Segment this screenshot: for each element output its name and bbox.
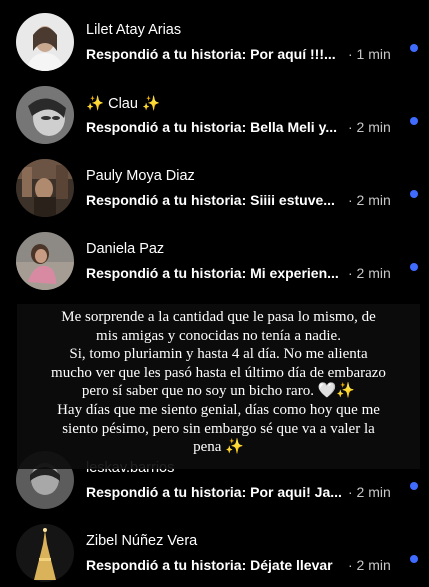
overlay-line: siento pésimo, pero sin embargo sé que v…: [62, 420, 375, 437]
message-preview: Respondió a tu historia: Mi experien...: [86, 265, 339, 281]
conversation-row[interactable]: Lilet Atay Arias Respondió a tu historia…: [0, 3, 429, 76]
contact-name: ✨ Clau ✨: [86, 96, 161, 112]
message-time: · 2 min: [348, 484, 391, 500]
overlay-line: pero sí saber que no soy un bicho raro. …: [81, 383, 356, 400]
sparkles-icon: ✨: [141, 96, 161, 112]
message-time: · 1 min: [348, 46, 391, 62]
contact-name: Zibel Núñez Vera: [86, 533, 198, 549]
overlay-line: mucho ver que les pasó hasta el último d…: [51, 364, 386, 381]
unread-dot-icon: [410, 117, 418, 125]
avatar: [16, 524, 74, 582]
contact-name: Daniela Paz: [86, 241, 165, 257]
unread-dot-icon: [410, 555, 418, 563]
message-preview: Respondió a tu historia: Siiii estuve...: [86, 192, 335, 208]
overlay-text: Me sorprende a la cantidad que le pasa l…: [17, 308, 420, 457]
overlay-line: pena ✨: [193, 439, 244, 456]
unread-dot-icon: [410, 44, 418, 52]
conversation-row[interactable]: Daniela Paz Respondió a tu historia: Mi …: [0, 222, 429, 295]
conversation-row[interactable]: Zibel Núñez Vera Respondió a tu historia…: [0, 514, 429, 587]
contact-name: Pauly Moya Diaz: [86, 168, 195, 184]
avatar: [16, 232, 74, 290]
avatar: [16, 159, 74, 217]
message-preview: Respondió a tu historia: Por aquí !!!...: [86, 46, 336, 62]
message-preview: Respondió a tu historia: Bella Meli y...: [86, 119, 338, 135]
sparkles-icon: ✨: [86, 96, 105, 112]
avatar: [16, 86, 74, 144]
overlay-line: Hay días que me siento genial, días como…: [57, 401, 380, 418]
unread-dot-icon: [410, 190, 418, 198]
message-time: · 2 min: [348, 192, 391, 208]
message-time: · 2 min: [348, 119, 391, 135]
unread-dot-icon: [410, 482, 418, 490]
message-time: · 2 min: [348, 265, 391, 281]
overlay-line: Me sorprende a la cantidad que le pasa l…: [61, 309, 376, 325]
conversation-row[interactable]: Pauly Moya Diaz Respondió a tu historia:…: [0, 149, 429, 222]
unread-dot-icon: [410, 263, 418, 271]
message-preview: Respondió a tu historia: Por aqui! Ja...: [86, 484, 342, 500]
overlay-line: Si, tomo pluriamin y hasta 4 al día. No …: [69, 346, 368, 363]
contact-name: Lilet Atay Arias: [86, 22, 182, 38]
conversation-row[interactable]: ✨ Clau ✨ Respondió a tu historia: Bella …: [0, 76, 429, 149]
avatar: [16, 13, 74, 71]
overlay-line: mis amigas y conocidas no tenía a nadie.: [96, 327, 341, 344]
